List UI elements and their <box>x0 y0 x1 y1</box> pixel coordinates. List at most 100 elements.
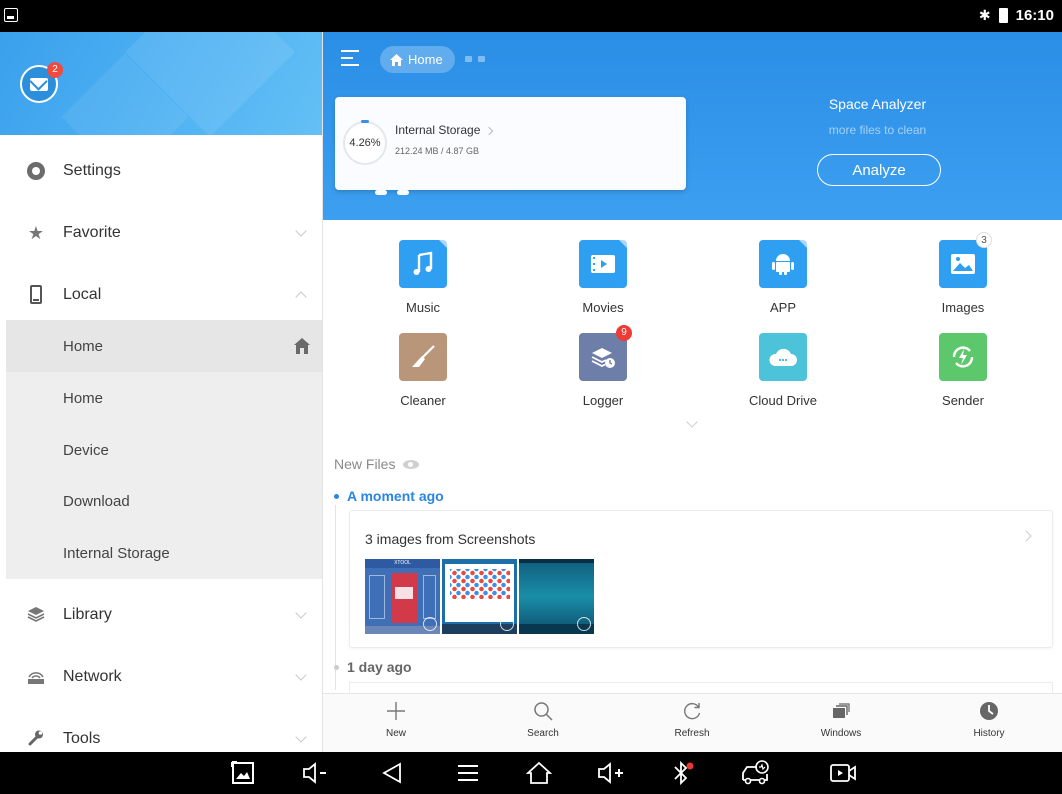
bluetooth-icon[interactable] <box>666 758 700 788</box>
history-button[interactable]: History <box>944 694 1034 753</box>
eye-icon[interactable] <box>403 459 420 469</box>
local-item-label: Device <box>63 441 109 459</box>
layers-icon <box>26 605 46 625</box>
space-analyzer-subtitle: more files to clean <box>828 123 927 137</box>
thumbnail-caption: XTOOL <box>365 559 440 568</box>
new-button[interactable]: New <box>351 694 441 753</box>
breadcrumb-extra-icons <box>465 56 485 62</box>
select-circle-icon[interactable] <box>423 617 437 631</box>
refresh-button[interactable]: Refresh <box>647 694 737 753</box>
breadcrumb-home[interactable]: Home <box>380 46 455 73</box>
android-icon <box>759 240 807 288</box>
status-bar: ✱ 16:10 <box>0 0 1062 32</box>
category-music[interactable]: Music <box>358 240 488 315</box>
clock: 16:10 <box>1015 7 1054 24</box>
local-item-label: Download <box>63 492 130 510</box>
category-label: Movies <box>582 300 624 315</box>
select-circle-icon[interactable] <box>577 617 591 631</box>
storage-percent: 4.26% <box>349 137 381 149</box>
phone-icon <box>26 285 46 305</box>
file-card-title: 3 images from Screenshots <box>365 531 536 547</box>
windows-button[interactable]: Windows <box>796 694 886 753</box>
sidebar-item-label: Tools <box>63 730 101 747</box>
image-notification-icon <box>4 8 18 22</box>
home-icon[interactable] <box>522 758 556 788</box>
storage-usage-ring: 4.26% <box>343 120 387 165</box>
back-icon[interactable] <box>375 758 409 788</box>
toolbar-label: History <box>973 728 1005 739</box>
volume-down-icon[interactable] <box>298 758 332 788</box>
volume-up-icon[interactable] <box>594 758 628 788</box>
chevron-down-icon <box>295 669 307 681</box>
analyze-button[interactable]: Analyze <box>817 154 941 186</box>
logger-icon: 9 <box>579 325 632 381</box>
screenshot-thumbnail[interactable] <box>442 559 517 634</box>
new-files-header: New Files <box>334 456 420 472</box>
breadcrumb-label: Home <box>408 52 443 67</box>
toolbar-label: Refresh <box>674 728 710 739</box>
system-nav-bar <box>0 752 1062 794</box>
category-label: Cloud Drive <box>749 393 817 408</box>
sidebar-item-label: Local <box>63 286 102 303</box>
category-label: APP <box>769 300 796 315</box>
sidebar-item-local[interactable]: Local <box>0 264 322 326</box>
menu-icon[interactable] <box>451 758 485 788</box>
sidebar-item-label: Library <box>63 606 112 623</box>
local-item-device[interactable]: Device <box>6 424 322 476</box>
category-app[interactable]: APP <box>718 240 848 315</box>
storage-name-label: Internal Storage <box>395 123 481 137</box>
expand-categories-icon[interactable] <box>686 416 698 428</box>
local-item-download[interactable]: Download <box>6 475 322 527</box>
category-label: Cleaner <box>400 393 446 408</box>
timeline-time: 1 day ago <box>347 659 412 675</box>
local-item-internal-storage[interactable]: Internal Storage <box>6 527 322 579</box>
sidebar-item-favorite[interactable]: ★ Favorite <box>0 202 322 264</box>
category-label: Logger <box>582 393 624 408</box>
sidebar-item-library[interactable]: Library <box>0 584 322 646</box>
category-images[interactable]: 3 Images <box>898 232 1028 315</box>
refresh-icon <box>647 694 737 728</box>
category-logger[interactable]: 9 Logger <box>538 325 668 408</box>
status-right: ✱ 16:10 <box>979 7 1054 24</box>
sidebar-header: 2 <box>0 32 322 135</box>
chevron-down-icon <box>295 607 307 619</box>
sidebar-item-tools[interactable]: Tools <box>0 708 322 752</box>
home-icon <box>390 53 403 66</box>
sidebar-item-network[interactable]: Network <box>0 646 322 708</box>
timeline-time: A moment ago <box>347 488 444 504</box>
local-item-home[interactable]: Home <box>6 320 322 372</box>
space-analyzer-title: Space Analyzer <box>828 96 927 112</box>
sidebar-item-label: Settings <box>63 162 121 179</box>
screenshot-thumbnail[interactable]: XTOOL <box>365 559 440 634</box>
local-item-label: Home <box>63 337 104 355</box>
category-cleaner[interactable]: Cleaner <box>358 333 488 408</box>
screenshot-icon[interactable] <box>226 758 260 788</box>
internal-storage-card[interactable]: 4.26% Internal Storage 212.24 MB / 4.87 … <box>335 97 686 195</box>
category-label: Music <box>406 300 440 315</box>
recent-files-card[interactable]: 3 images from Screenshots XTOOL <box>349 510 1053 648</box>
mail-badge: 2 <box>47 62 63 78</box>
main-header: Home 4.26% Internal Storage 212.24 MB / … <box>323 32 1062 220</box>
timeline-group-1-day: 1 day ago <box>334 659 412 675</box>
home-icon <box>294 338 310 354</box>
select-circle-icon[interactable] <box>500 617 514 631</box>
chevron-down-icon <box>295 225 307 237</box>
gear-icon <box>26 161 46 181</box>
category-cloud-drive[interactable]: Cloud Drive <box>718 333 848 408</box>
chevron-down-icon <box>295 731 307 743</box>
wrench-icon <box>26 729 46 749</box>
bluetooth-icon: ✱ <box>978 7 991 23</box>
windows-icon <box>796 694 886 728</box>
car-diagnostic-icon[interactable] <box>738 758 772 788</box>
screen-record-icon[interactable] <box>826 758 860 788</box>
menu-icon[interactable] <box>341 50 359 66</box>
storage-name: Internal Storage <box>395 123 494 137</box>
local-item-home-2[interactable]: Home <box>6 372 322 424</box>
search-button[interactable]: Search <box>498 694 588 753</box>
sidebar-item-settings[interactable]: Settings <box>0 140 322 202</box>
category-label: Sender <box>942 393 984 408</box>
sidebar-item-label: Favorite <box>63 224 121 241</box>
category-sender[interactable]: Sender <box>898 333 1028 408</box>
screenshot-thumbnail[interactable] <box>519 559 594 634</box>
category-movies[interactable]: Movies <box>538 240 668 315</box>
